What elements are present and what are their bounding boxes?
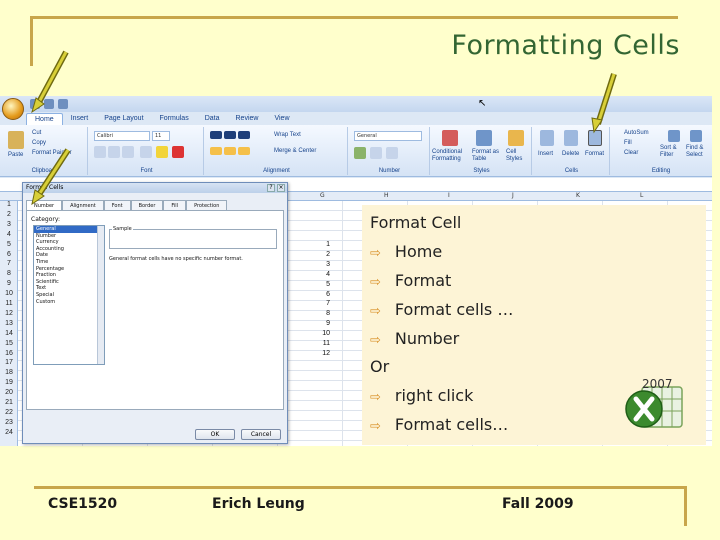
- arrow-right-outline-icon: ⇨: [370, 333, 381, 348]
- footer-course: CSE1520: [48, 496, 118, 512]
- arrow-to-home-tab-icon: [31, 50, 69, 114]
- step-format: ⇨ Format: [370, 271, 452, 290]
- step-format-cells: ⇨ Format cells …: [370, 300, 514, 319]
- step-number: ⇨ Number: [370, 329, 460, 348]
- arrow-right-outline-icon: ⇨: [370, 419, 381, 434]
- arrow-right-outline-icon: ⇨: [370, 246, 381, 261]
- step-format-cells-2: ⇨ Format cells…: [370, 415, 509, 434]
- footer-term: Fall 2009: [502, 496, 574, 512]
- panel-heading: Format Cell: [370, 213, 462, 232]
- arrow-right-outline-icon: ⇨: [370, 275, 381, 290]
- excel-logo-year: 2007: [642, 377, 673, 391]
- step-right-click: ⇨ right click: [370, 386, 474, 405]
- arrow-to-number-tab-icon: [31, 148, 71, 206]
- panel-or: Or: [370, 357, 390, 376]
- arrow-right-outline-icon: ⇨: [370, 390, 381, 405]
- step-home: ⇨ Home: [370, 242, 443, 261]
- arrow-right-outline-icon: ⇨: [370, 304, 381, 319]
- arrow-to-format-button-icon: [591, 73, 617, 134]
- footer-author: Erich Leung: [212, 496, 305, 512]
